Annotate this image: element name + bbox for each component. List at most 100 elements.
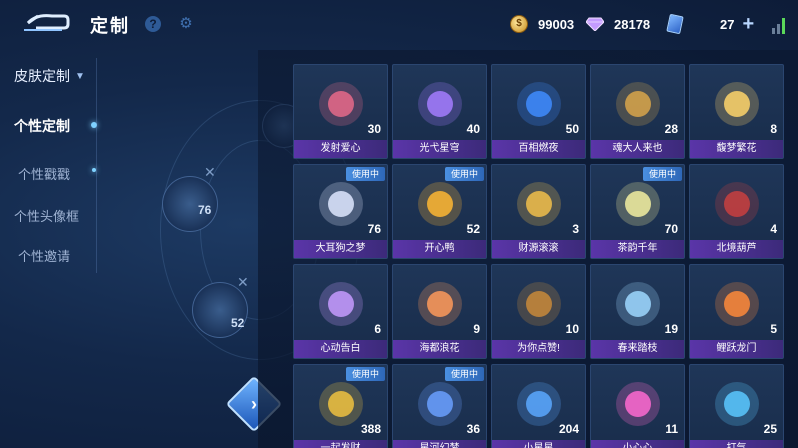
item-art-icon bbox=[715, 82, 759, 126]
item-art-icon bbox=[517, 182, 561, 226]
item-count: 25 bbox=[763, 422, 777, 436]
item-count: 388 bbox=[360, 422, 381, 436]
item-name: 海都浪花 bbox=[393, 340, 486, 358]
grid-item[interactable]: 30 发射爱心 bbox=[293, 64, 388, 159]
page-title: 定制 bbox=[90, 16, 130, 36]
item-count: 76 bbox=[367, 222, 381, 236]
item-count: 52 bbox=[466, 222, 480, 236]
orbit-count: 76 bbox=[198, 203, 212, 217]
close-icon[interactable]: ✕ bbox=[204, 164, 216, 181]
diamond-counter[interactable]: 28178 bbox=[586, 14, 650, 34]
grid-item[interactable]: 204 小星星 bbox=[491, 364, 586, 448]
question-icon[interactable]: ? bbox=[145, 16, 161, 32]
grid-item[interactable]: 8 馥梦繁花 bbox=[689, 64, 784, 159]
gear-icon[interactable]: ⚙ bbox=[178, 16, 194, 32]
grid-item[interactable]: 5 鲤跃龙门 bbox=[689, 264, 784, 359]
grid-item[interactable]: 11 小心心 bbox=[590, 364, 685, 448]
grid-item[interactable]: 19 春来踏枝 bbox=[590, 264, 685, 359]
item-art-icon bbox=[517, 382, 561, 426]
item-name: 大耳狗之梦 bbox=[294, 240, 387, 258]
grid-item[interactable]: 使用中 52 开心鸭 bbox=[392, 164, 487, 259]
close-icon[interactable]: ✕ bbox=[237, 274, 249, 291]
item-name: 小心心 bbox=[591, 440, 684, 448]
item-count: 70 bbox=[664, 222, 678, 236]
diamond-value: 28178 bbox=[614, 16, 651, 32]
grid-item[interactable]: 使用中 36 星河幻梦 bbox=[392, 364, 487, 448]
item-art-icon bbox=[715, 282, 759, 326]
grid-item[interactable]: 使用中 76 大耳狗之梦 bbox=[293, 164, 388, 259]
sidebar-item-poke[interactable]: 个性戳戳 bbox=[18, 164, 70, 183]
signal-icon bbox=[772, 18, 785, 34]
gold-coin-counter[interactable]: $ 99003 bbox=[510, 14, 574, 34]
item-art-icon bbox=[715, 382, 759, 426]
grid-item[interactable]: 50 百相燃夜 bbox=[491, 64, 586, 159]
item-art-icon bbox=[418, 182, 462, 226]
sidebar-item-avatar-frame[interactable]: 个性头像框 bbox=[14, 206, 79, 225]
item-art-icon bbox=[715, 182, 759, 226]
diamond-icon bbox=[586, 17, 604, 31]
item-name: 春来踏枝 bbox=[591, 340, 684, 358]
in-use-badge: 使用中 bbox=[345, 367, 385, 381]
item-name: 为你点赞! bbox=[492, 340, 585, 358]
in-use-badge: 使用中 bbox=[444, 367, 484, 381]
card-icon bbox=[666, 13, 684, 35]
grid-item[interactable]: 25 打气 bbox=[689, 364, 784, 448]
item-art-icon bbox=[319, 382, 363, 426]
item-art-icon bbox=[616, 282, 660, 326]
item-art-icon bbox=[319, 82, 363, 126]
item-count: 19 bbox=[664, 322, 678, 336]
grid-item[interactable]: 9 海都浪花 bbox=[392, 264, 487, 359]
item-count: 9 bbox=[473, 322, 480, 336]
grid-item[interactable]: 28 魂大人来也 bbox=[590, 64, 685, 159]
item-count: 6 bbox=[374, 322, 381, 336]
item-name: 茶韵千年 bbox=[591, 240, 684, 258]
item-art-icon bbox=[418, 82, 462, 126]
item-name: 魂大人来也 bbox=[591, 140, 684, 158]
sidebar-category[interactable]: 皮肤定制 ▼ bbox=[14, 66, 85, 86]
item-name: 北境葫芦 bbox=[690, 240, 783, 258]
grid-item[interactable]: 使用中 388 一起发财 bbox=[293, 364, 388, 448]
item-art-icon bbox=[418, 382, 462, 426]
grid-item[interactable]: 10 为你点赞! bbox=[491, 264, 586, 359]
sidebar-item-custom[interactable]: 个性定制 bbox=[14, 116, 70, 136]
item-name: 财源滚滚 bbox=[492, 240, 585, 258]
grid-item[interactable]: 40 光弋星穹 bbox=[392, 64, 487, 159]
item-count: 36 bbox=[466, 422, 480, 436]
item-name: 心动告白 bbox=[294, 340, 387, 358]
grid-item[interactable]: 使用中 70 茶韵千年 bbox=[590, 164, 685, 259]
item-name: 小星星 bbox=[492, 440, 585, 448]
item-art-icon bbox=[616, 82, 660, 126]
in-use-badge: 使用中 bbox=[345, 167, 385, 181]
item-count: 10 bbox=[565, 322, 579, 336]
item-name: 馥梦繁花 bbox=[690, 140, 783, 158]
item-count: 204 bbox=[558, 422, 579, 436]
item-name: 光弋星穹 bbox=[393, 140, 486, 158]
item-art-icon bbox=[319, 282, 363, 326]
item-count: 11 bbox=[665, 422, 678, 436]
card-counter[interactable]: 27 + bbox=[666, 13, 754, 35]
sidebar-item-invite[interactable]: 个性邀请 bbox=[18, 246, 70, 265]
item-name: 星河幻梦 bbox=[393, 440, 486, 448]
item-art-icon bbox=[616, 382, 660, 426]
sidebar: 皮肤定制 ▼ 个性定制 个性戳戳 个性头像框 个性邀请 bbox=[0, 50, 100, 448]
item-name: 发射爱心 bbox=[294, 140, 387, 158]
gold-coin-value: 99003 bbox=[538, 16, 575, 32]
gold-coin-icon: $ bbox=[510, 15, 528, 33]
grid-item[interactable]: 4 北境葫芦 bbox=[689, 164, 784, 259]
sidebar-category-label: 皮肤定制 bbox=[14, 68, 70, 84]
item-count: 30 bbox=[367, 122, 381, 136]
item-art-icon bbox=[517, 282, 561, 326]
add-card-button[interactable]: + bbox=[742, 14, 754, 34]
item-count: 50 bbox=[565, 122, 579, 136]
item-count: 3 bbox=[572, 222, 579, 236]
chevron-down-icon: ▼ bbox=[75, 70, 85, 82]
item-name: 百相燃夜 bbox=[492, 140, 585, 158]
item-name: 开心鸭 bbox=[393, 240, 486, 258]
item-count: 4 bbox=[770, 222, 777, 236]
top-bar: 定制 ? ⚙ $ 99003 28178 27 + bbox=[0, 0, 798, 50]
grid-item[interactable]: 6 心动告白 bbox=[293, 264, 388, 359]
grid-item[interactable]: 3 财源滚滚 bbox=[491, 164, 586, 259]
item-name: 鲤跃龙门 bbox=[690, 340, 783, 358]
back-arrow-icon[interactable] bbox=[22, 10, 70, 36]
in-use-badge: 使用中 bbox=[642, 167, 682, 181]
